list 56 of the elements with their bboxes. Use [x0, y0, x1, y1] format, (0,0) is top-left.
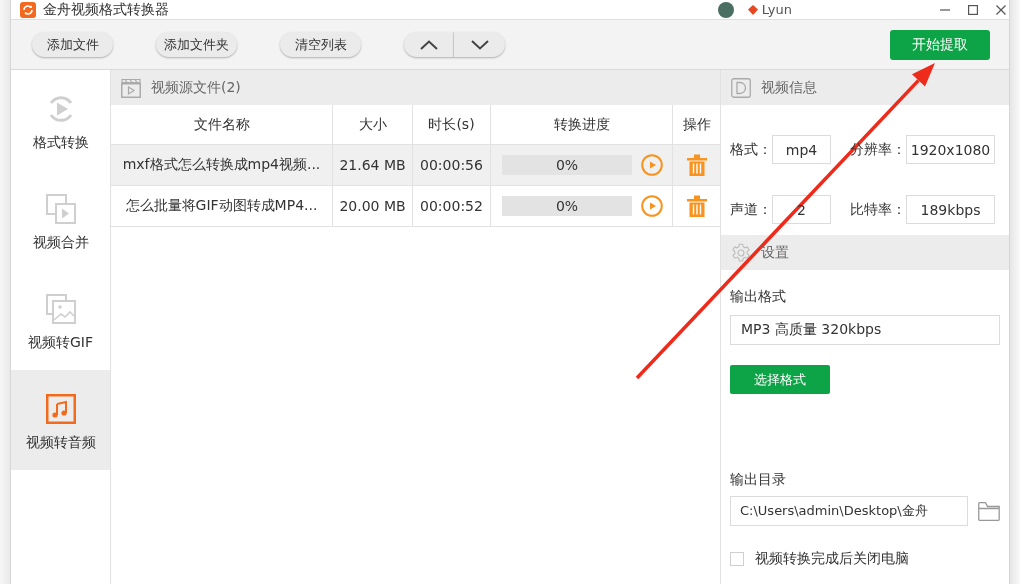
- move-down-button[interactable]: [454, 32, 505, 57]
- chevron-down-icon: [470, 39, 489, 50]
- play-icon[interactable]: [641, 154, 663, 176]
- toolbar-button[interactable]: 添加文件夹: [156, 32, 237, 57]
- info-value-field: 1920x1080: [906, 135, 995, 164]
- folder-icon[interactable]: [978, 501, 1000, 521]
- avatar-circle: [717, 1, 734, 18]
- maximize-icon[interactable]: [968, 4, 978, 15]
- clapperboard-icon: [121, 77, 141, 98]
- column-header: 转换进度: [491, 105, 673, 144]
- merge-video-icon: [45, 194, 76, 224]
- column-header: 操作: [681, 114, 712, 134]
- info-label: 声道：: [730, 200, 772, 219]
- field-label: 输出格式: [730, 288, 786, 306]
- music-note-icon: [45, 394, 76, 424]
- info-value-field: 189kbps: [906, 195, 995, 224]
- panel-title: 设置: [761, 243, 789, 262]
- output-format-field[interactable]: MP3 高质量 320kbps: [730, 315, 1000, 345]
- close-icon[interactable]: [996, 4, 1006, 15]
- checkbox-label[interactable]: 视频转换完成后关闭电脑: [755, 550, 909, 568]
- video-file-icon: [731, 77, 751, 98]
- info-value-field: mp4: [772, 135, 831, 164]
- panel-title: 视频信息: [761, 78, 817, 97]
- image-frames-icon: [45, 294, 76, 324]
- toolbar-button[interactable]: 清空列表: [280, 32, 361, 57]
- field-label: 输出目录: [730, 471, 786, 489]
- chevron-up-icon: [419, 39, 438, 50]
- table-cell: mxf格式怎么转换成mp4视频...: [111, 145, 333, 185]
- window-title: 金舟视频格式转换器: [43, 0, 169, 19]
- output-folder-field[interactable]: C:\Users\admin\Desktop\金舟: [730, 496, 968, 526]
- column-header: 文件名称: [111, 105, 333, 144]
- table-cell: 21.64 MB: [333, 145, 413, 185]
- play-icon[interactable]: [641, 195, 663, 217]
- trash-icon[interactable]: [686, 195, 707, 217]
- checkbox[interactable]: [730, 552, 744, 566]
- table-cell: 00:00:52: [413, 186, 491, 226]
- info-label: 比特率：: [850, 200, 906, 219]
- table-cell: 怎么批量将GIF动图转成MP4...: [111, 186, 333, 226]
- table-cell: 00:00:56: [413, 145, 491, 185]
- info-label: 格式：: [730, 140, 772, 159]
- table-row[interactable]: mxf格式怎么转换成mp4视频... 21.64 MB 00:00:56 0%: [111, 145, 720, 186]
- progress-percent: 0%: [555, 198, 579, 214]
- sidebar-item[interactable]: 视频转音频: [11, 370, 110, 470]
- diamond-icon: [747, 4, 758, 15]
- info-value-field: 2: [772, 195, 831, 224]
- column-header: 时长(s): [413, 105, 491, 144]
- trash-icon[interactable]: [686, 154, 707, 176]
- progress-percent: 0%: [555, 157, 579, 173]
- user-name[interactable]: Lyun: [761, 2, 792, 17]
- column-header: 大小: [333, 105, 413, 144]
- toolbar-button[interactable]: 添加文件: [32, 32, 113, 57]
- table-cell: 20.00 MB: [333, 186, 413, 226]
- move-up-button[interactable]: [404, 32, 454, 57]
- panel-title: 视频源文件(2): [151, 78, 241, 97]
- settings-icon: [731, 242, 751, 263]
- table-row[interactable]: 怎么批量将GIF动图转成MP4... 20.00 MB 00:00:52 0%: [111, 186, 720, 227]
